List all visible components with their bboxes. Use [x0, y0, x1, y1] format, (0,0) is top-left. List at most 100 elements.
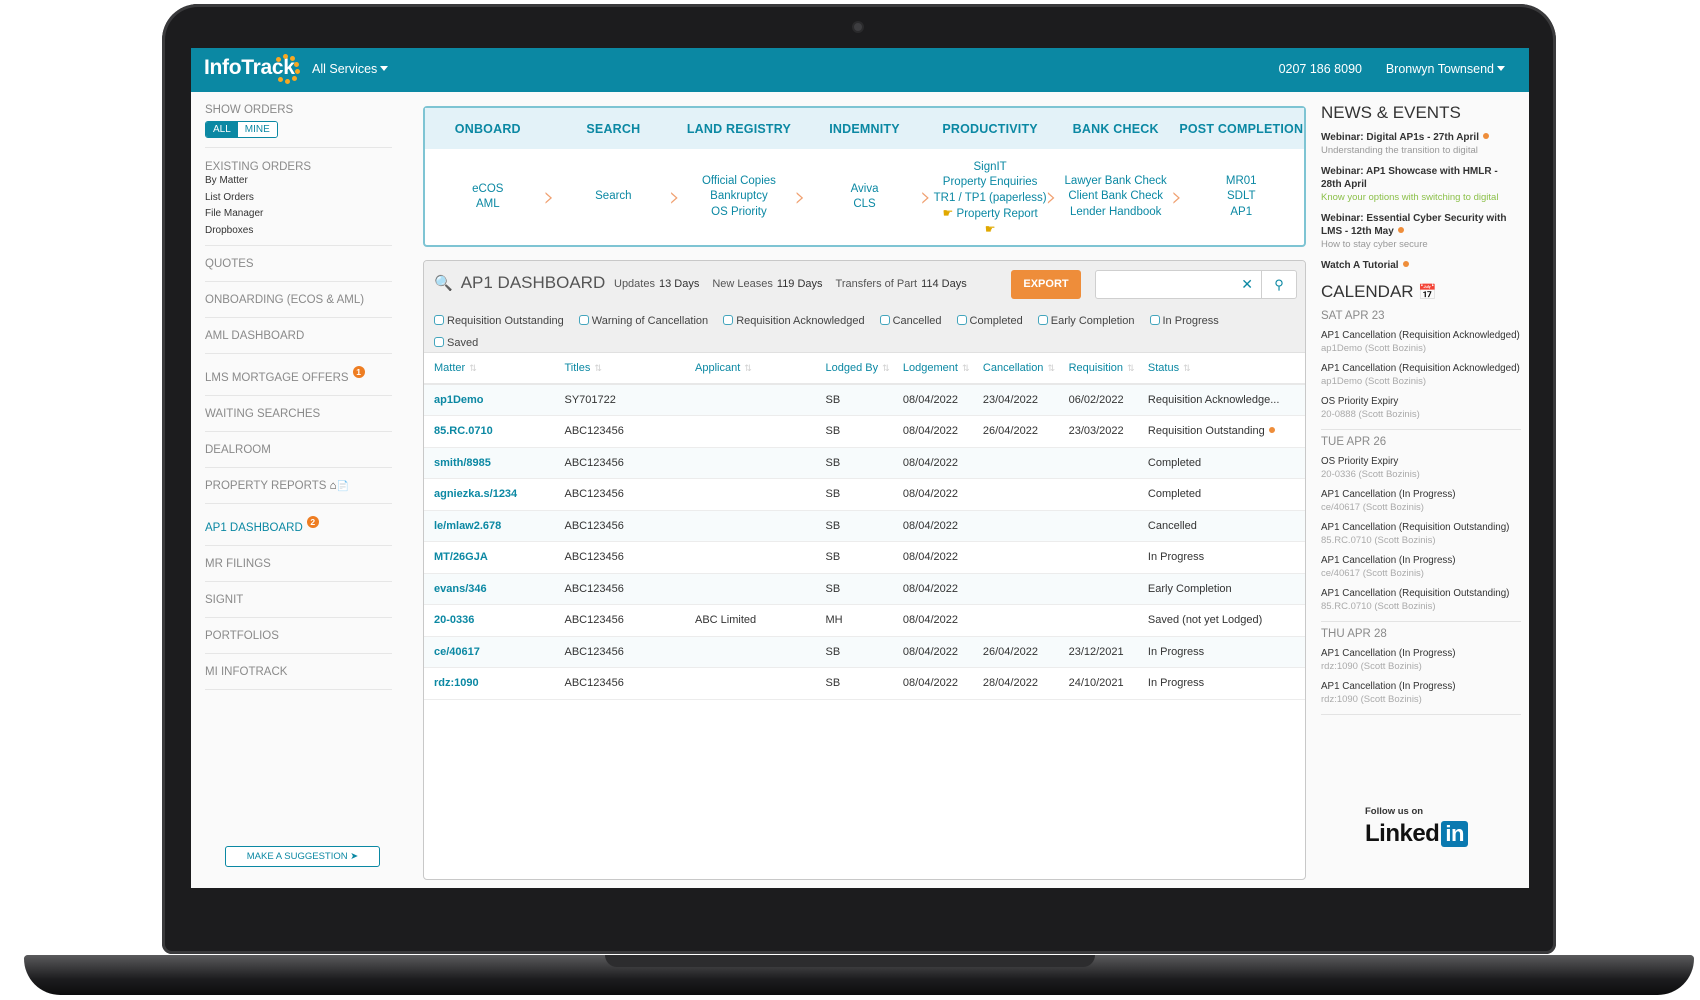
- checkbox[interactable]: [723, 315, 734, 325]
- service-link-property-enquiries[interactable]: Property Enquiries: [927, 175, 1053, 191]
- matter-link[interactable]: MT/26GJA: [434, 551, 488, 563]
- service-link-signit[interactable]: SignIT: [927, 160, 1053, 176]
- column-header-requisition[interactable]: Requisition ⇅: [1058, 353, 1138, 385]
- service-tab-indemnity[interactable]: INDEMNITY: [802, 122, 928, 136]
- link-by-matter[interactable]: By Matter: [205, 173, 392, 190]
- news-title[interactable]: Webinar: Essential Cyber Security with L…: [1321, 212, 1521, 238]
- sort-icon[interactable]: ⇅: [1183, 363, 1191, 373]
- link-file-manager[interactable]: File Manager: [205, 206, 392, 223]
- calendar-event[interactable]: AP1 Cancellation (In Progress) rdz:1090 (…: [1321, 648, 1521, 673]
- service-link-tr1-tp1-paperless[interactable]: TR1 / TP1 (paperless): [927, 191, 1053, 207]
- service-link-sdlt[interactable]: SDLT: [1178, 189, 1304, 205]
- sidebar-item-mr-filings[interactable]: MR FILINGS: [205, 546, 392, 582]
- service-tab-search[interactable]: SEARCH: [551, 122, 677, 136]
- service-link-os-priority[interactable]: OS Priority: [676, 205, 802, 221]
- show-orders-toggle[interactable]: ALL MINE: [205, 121, 278, 138]
- news-title[interactable]: Watch A Tutorial: [1321, 259, 1521, 272]
- cell-matter[interactable]: 20-0336: [424, 604, 555, 637]
- service-tab-land-registry[interactable]: LAND REGISTRY: [676, 122, 802, 136]
- matter-link[interactable]: 85.RC.0710: [434, 425, 493, 437]
- cell-matter[interactable]: ap1Demo: [424, 384, 555, 416]
- sort-icon[interactable]: ⇅: [744, 363, 752, 373]
- checkbox[interactable]: [578, 315, 589, 325]
- sort-icon[interactable]: ⇅: [882, 363, 890, 373]
- service-link-bankruptcy[interactable]: Bankruptcy: [676, 189, 802, 205]
- column-header-cancellation[interactable]: Cancellation ⇅: [972, 353, 1059, 385]
- search-icon[interactable]: ⚲: [1261, 271, 1296, 298]
- column-header-matter[interactable]: Matter ⇅: [424, 353, 555, 385]
- checkbox[interactable]: [1149, 315, 1160, 325]
- service-link-aviva[interactable]: Aviva: [802, 182, 928, 198]
- export-button[interactable]: EXPORT: [1011, 270, 1081, 299]
- news-item[interactable]: Webinar: AP1 Showcase with HMLR - 28th A…: [1321, 165, 1521, 204]
- filter-requisition-acknowledged[interactable]: Requisition Acknowledged: [723, 315, 865, 327]
- column-header-status[interactable]: Status ⇅: [1137, 353, 1305, 385]
- cell-matter[interactable]: agniezka.s/1234: [424, 478, 555, 511]
- matter-link[interactable]: ap1Demo: [434, 394, 484, 406]
- table-row[interactable]: 85.RC.0710 ABC123456 SB 08/04/2022 26/04/202…: [424, 415, 1305, 448]
- news-item[interactable]: Webinar: Essential Cyber Security with L…: [1321, 212, 1521, 251]
- cell-matter[interactable]: MT/26GJA: [424, 541, 555, 574]
- sidebar-item-quotes[interactable]: QUOTES: [205, 246, 392, 282]
- calendar-event[interactable]: AP1 Cancellation (Requisition Acknowledg…: [1321, 363, 1521, 388]
- service-link-official-copies[interactable]: Official Copies: [676, 174, 802, 190]
- news-item[interactable]: Watch A Tutorial: [1321, 259, 1521, 272]
- sort-icon[interactable]: ⇅: [469, 363, 477, 373]
- user-menu[interactable]: Bronwyn Townsend: [1386, 62, 1505, 76]
- service-link-property-report[interactable]: ☛ Property Report: [927, 206, 1053, 223]
- toggle-all[interactable]: ALL: [206, 122, 238, 137]
- link-list-orders[interactable]: List Orders: [205, 190, 392, 207]
- filter-early-completion[interactable]: Early Completion: [1037, 315, 1135, 327]
- table-row[interactable]: smith/8985 ABC123456 SB 08/04/2022 Completed: [424, 447, 1305, 479]
- sidebar-item-mi-infotrack[interactable]: MI INFOTRACK: [205, 654, 392, 690]
- sidebar-item-onboarding-ecos-aml[interactable]: ONBOARDING (ECOS & AML): [205, 282, 392, 318]
- sidebar-item-property-reports[interactable]: PROPERTY REPORTS ⌂📄: [205, 468, 392, 504]
- linkedin-logo[interactable]: Linked in: [1365, 820, 1468, 848]
- service-tab-post-completion[interactable]: POST COMPLETION: [1178, 122, 1304, 136]
- clear-search-icon[interactable]: ✕: [1241, 276, 1253, 293]
- checkbox[interactable]: [1037, 315, 1048, 325]
- sidebar-item-portfolios[interactable]: PORTFOLIOS: [205, 618, 392, 654]
- service-link-search[interactable]: Search: [551, 189, 677, 205]
- service-link-ecos[interactable]: eCOS: [425, 182, 551, 198]
- filter-saved[interactable]: Saved: [434, 337, 478, 349]
- sidebar-item-ap1-dashboard[interactable]: AP1 DASHBOARD 2: [205, 504, 392, 546]
- sort-icon[interactable]: ⇅: [1127, 363, 1135, 373]
- sidebar-item-lms-mortgage-offers[interactable]: LMS MORTGAGE OFFERS 1: [205, 354, 392, 396]
- sort-icon[interactable]: ⇅: [594, 363, 602, 373]
- table-row[interactable]: 20-0336 ABC123456 ABC Limited MH 08/04/2022 S…: [424, 604, 1305, 637]
- service-link-aml[interactable]: AML: [425, 197, 551, 213]
- all-services-menu[interactable]: All Services: [312, 62, 389, 76]
- table-row[interactable]: ce/40617 ABC123456 SB 08/04/2022 26/04/2022 2…: [424, 636, 1305, 668]
- calendar-event[interactable]: OS Priority Expiry 20-0888 (Scott Bozinis…: [1321, 396, 1521, 421]
- cell-matter[interactable]: rdz:1090: [424, 667, 555, 700]
- filter-completed[interactable]: Completed: [956, 315, 1023, 327]
- service-link-lawyer-bank-check[interactable]: Lawyer Bank Check: [1053, 174, 1179, 190]
- filter-in-progress[interactable]: In Progress: [1149, 315, 1219, 327]
- column-header-lodged-by[interactable]: Lodged By ⇅: [815, 353, 893, 385]
- column-header-applicant[interactable]: Applicant ⇅: [685, 353, 816, 385]
- sidebar-item-waiting-searches[interactable]: WAITING SEARCHES: [205, 396, 392, 432]
- table-row[interactable]: evans/346 ABC123456 SB 08/04/2022 Early Comp…: [424, 573, 1305, 605]
- calendar-event[interactable]: AP1 Cancellation (In Progress) ce/40617 (…: [1321, 555, 1521, 580]
- cell-matter[interactable]: le/mlaw2.678: [424, 510, 555, 542]
- calendar-event[interactable]: AP1 Cancellation (In Progress) rdz:1090 (…: [1321, 681, 1521, 706]
- filter-warning-of-cancellation[interactable]: Warning of Cancellation: [578, 315, 708, 327]
- sidebar-item-signit[interactable]: SIGNIT: [205, 582, 392, 618]
- service-link-cls[interactable]: CLS: [802, 197, 928, 213]
- sidebar-item-dealroom[interactable]: DEALROOM: [205, 432, 392, 468]
- sidebar-item-aml-dashboard[interactable]: AML DASHBOARD: [205, 318, 392, 354]
- service-link-mr01[interactable]: MR01: [1178, 174, 1304, 190]
- matter-link[interactable]: agniezka.s/1234: [434, 488, 517, 500]
- table-row[interactable]: MT/26GJA ABC123456 SB 08/04/2022 In Progress: [424, 541, 1305, 574]
- checkbox[interactable]: [956, 315, 967, 325]
- cell-matter[interactable]: evans/346: [424, 573, 555, 605]
- column-header-titles[interactable]: Titles ⇅: [554, 353, 685, 385]
- sort-icon[interactable]: ⇅: [962, 363, 970, 373]
- matter-link[interactable]: ce/40617: [434, 646, 480, 658]
- service-link-lender-handbook[interactable]: Lender Handbook: [1053, 205, 1179, 221]
- matter-link[interactable]: 20-0336: [434, 614, 474, 626]
- service-tab-bank-check[interactable]: BANK CHECK: [1053, 122, 1179, 136]
- link-dropboxes[interactable]: Dropboxes: [205, 223, 392, 240]
- table-row[interactable]: ap1Demo SY701722 SB 08/04/2022 23/04/2022 06/…: [424, 384, 1305, 416]
